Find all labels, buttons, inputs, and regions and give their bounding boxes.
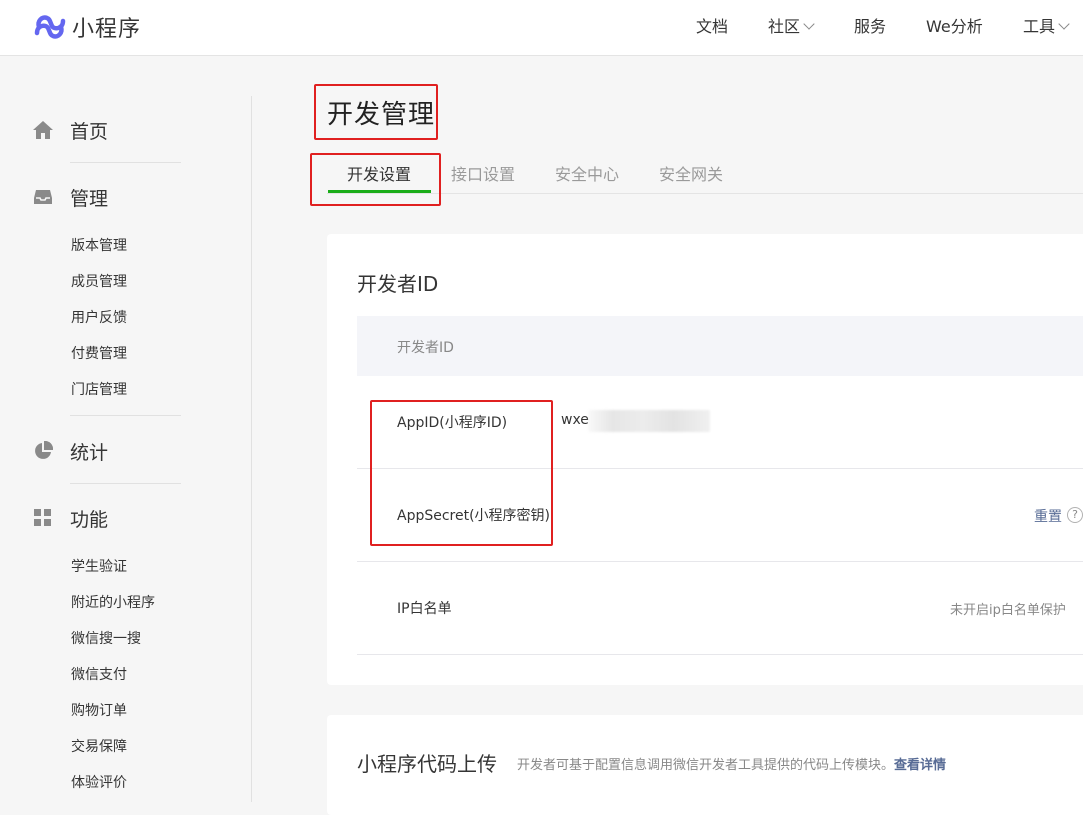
- table-header-label: 开发者ID: [397, 340, 454, 356]
- home-icon: [32, 119, 54, 141]
- developer-id-title: 开发者ID: [357, 272, 439, 296]
- sidebar-item-members[interactable]: 成员管理: [71, 272, 127, 292]
- table-header: [357, 316, 1083, 376]
- topnav-analytics[interactable]: We分析: [926, 0, 983, 56]
- appid-value: wxe: [561, 412, 589, 428]
- view-details-link[interactable]: 查看详情: [894, 758, 946, 773]
- app-logo[interactable]: 小程序: [32, 10, 141, 44]
- reset-secret-link[interactable]: 重置: [1034, 506, 1062, 526]
- sidebar-item-orders[interactable]: 购物订单: [71, 701, 127, 721]
- row-divider: [357, 561, 1083, 562]
- sidebar-item-student-verify[interactable]: 学生验证: [71, 557, 127, 577]
- chevron-down-icon: [1058, 18, 1070, 30]
- tab-dev-settings[interactable]: 开发设置: [347, 161, 411, 185]
- topnav-tools[interactable]: 工具: [1023, 0, 1070, 56]
- sidebar-item-nearby[interactable]: 附近的小程序: [71, 593, 155, 613]
- active-tab-indicator: [328, 190, 431, 193]
- tab-security-center[interactable]: 安全中心: [555, 161, 619, 185]
- appid-label: AppID(小程序ID): [397, 415, 508, 431]
- sidebar-item-home[interactable]: 首页: [32, 115, 108, 145]
- top-bar: 小程序 文档 社区 服务 We分析 工具: [0, 0, 1083, 56]
- chevron-down-icon: [803, 18, 815, 30]
- sidebar-item-version[interactable]: 版本管理: [71, 236, 127, 256]
- sidebar-item-features[interactable]: 功能: [32, 503, 108, 533]
- inbox-icon: [32, 186, 54, 208]
- pie-chart-icon: [32, 440, 54, 462]
- tabs-divider: [327, 193, 1083, 194]
- sidebar-item-feedback[interactable]: 用户反馈: [71, 308, 127, 328]
- sidebar: [0, 57, 252, 802]
- sidebar-item-reviews[interactable]: 体验评价: [71, 773, 127, 793]
- row-divider: [357, 468, 1083, 469]
- mini-program-logo-icon: [34, 15, 66, 39]
- appsecret-label: AppSecret(小程序密钥): [397, 508, 551, 524]
- sidebar-divider: [70, 415, 181, 416]
- app-title: 小程序: [72, 17, 142, 42]
- page-title: 开发管理: [327, 100, 436, 130]
- sidebar-divider: [70, 162, 181, 163]
- grid-icon: [32, 507, 54, 529]
- sidebar-divider: [70, 483, 181, 484]
- redacted-mask: [588, 410, 710, 432]
- code-upload-description: 开发者可基于配置信息调用微信开发者工具提供的代码上传模块。查看详情: [517, 758, 947, 773]
- sidebar-item-stores[interactable]: 门店管理: [71, 380, 127, 400]
- sidebar-item-payment[interactable]: 付费管理: [71, 344, 127, 364]
- sidebar-item-manage[interactable]: 管理: [32, 182, 108, 212]
- sidebar-item-wechat-search[interactable]: 微信搜一搜: [71, 629, 141, 649]
- tab-security-gateway[interactable]: 安全网关: [659, 161, 723, 185]
- topnav-docs[interactable]: 文档: [696, 0, 728, 56]
- row-divider: [357, 654, 1083, 655]
- topnav-community[interactable]: 社区: [768, 0, 815, 56]
- topnav-services[interactable]: 服务: [854, 0, 886, 56]
- ip-whitelist-status: 未开启ip白名单保护: [950, 603, 1066, 618]
- tab-api-settings[interactable]: 接口设置: [451, 161, 515, 185]
- sidebar-item-wechat-pay[interactable]: 微信支付: [71, 665, 127, 685]
- sidebar-item-trade-guarantee[interactable]: 交易保障: [71, 737, 127, 757]
- ip-whitelist-label: IP白名单: [397, 601, 452, 617]
- code-upload-title: 小程序代码上传: [357, 752, 497, 776]
- sidebar-item-stats[interactable]: 统计: [32, 436, 108, 466]
- sidebar-divider: [251, 96, 252, 802]
- help-icon[interactable]: ?: [1067, 507, 1083, 523]
